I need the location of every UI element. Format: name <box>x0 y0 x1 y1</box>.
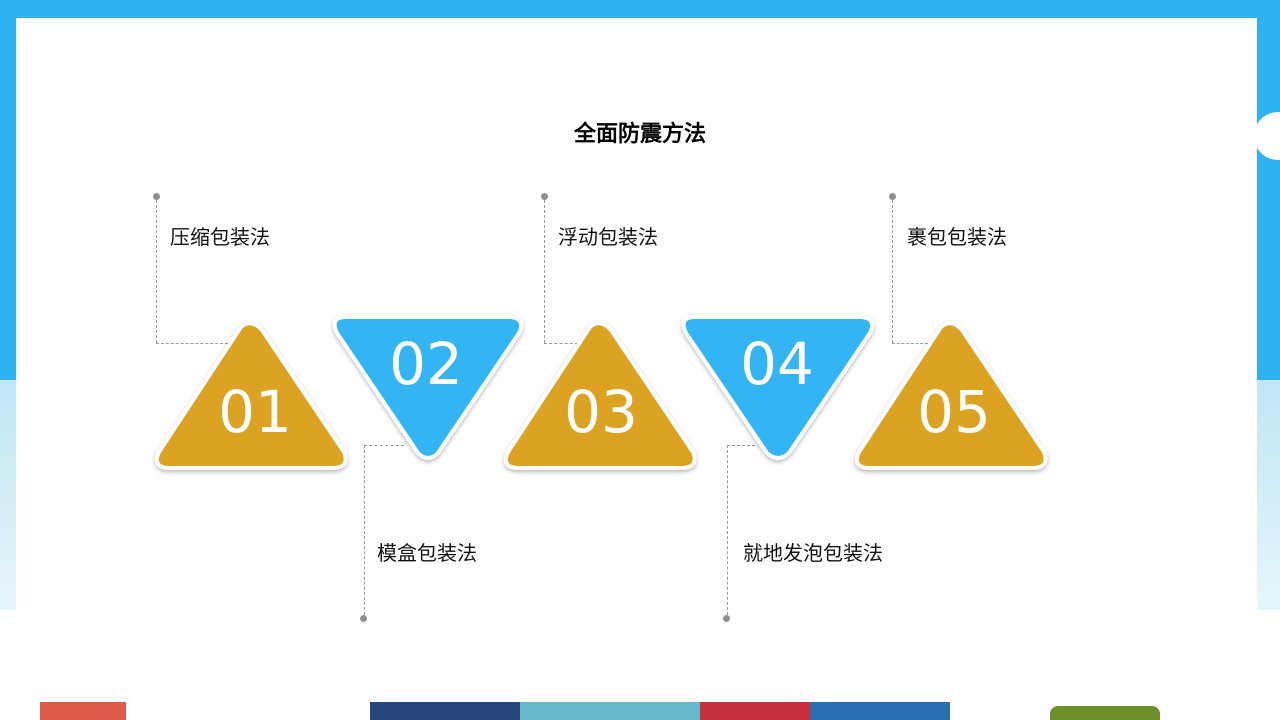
step-triangle-01: 01 <box>154 321 348 470</box>
step-number-01: 01 <box>218 378 292 446</box>
step-number-04: 04 <box>740 330 814 398</box>
step-triangle-04: 04 <box>681 315 875 460</box>
step-triangle-05: 05 <box>854 321 1048 470</box>
step-triangles: 01 02 03 04 05 <box>154 315 1048 470</box>
step-triangle-03: 03 <box>503 321 697 470</box>
step-number-02: 02 <box>389 330 463 398</box>
step-triangle-02: 02 <box>332 315 524 460</box>
step-number-03: 03 <box>564 378 638 446</box>
step-number-05: 05 <box>917 378 991 446</box>
